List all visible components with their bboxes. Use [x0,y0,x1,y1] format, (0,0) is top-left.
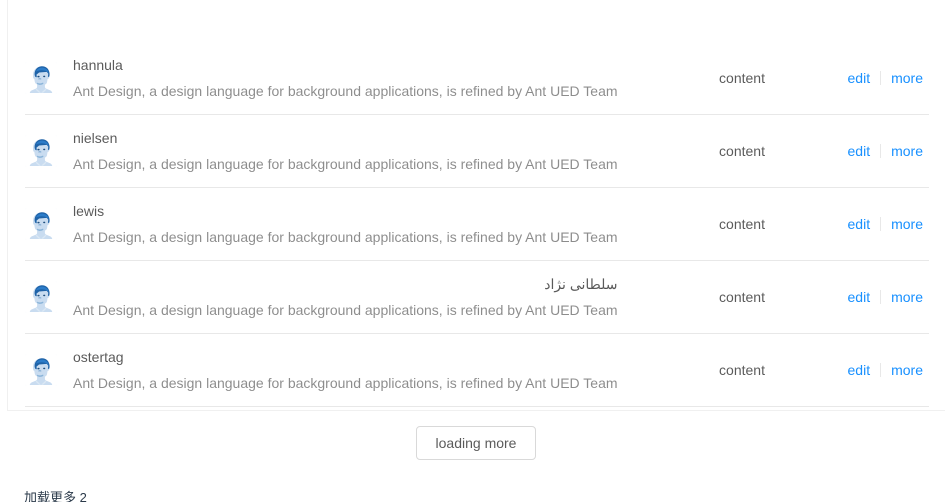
list-item-description: Ant Design, a design language for backgr… [73,372,618,394]
list-item-title[interactable]: سلطانی نژاد [73,273,618,295]
list-item-description: Ant Design, a design language for backgr… [73,299,618,321]
list-item-actions: editmore [817,286,929,308]
list-item-text: lewis Ant Design, a design language for b… [73,200,618,248]
list-item-description: Ant Design, a design language for backgr… [73,226,618,248]
list-item-text: ostertag Ant Design, a design language fo… [73,346,618,394]
list-item-content-label: content [667,286,817,308]
avatar [25,281,57,313]
edit-link[interactable]: edit [848,67,881,89]
list-item-description: Ant Design, a design language for backgr… [73,153,618,175]
loading-more-button[interactable]: loading more [416,426,537,460]
edit-link[interactable]: edit [848,359,881,381]
list-item-actions: editmore [817,213,929,235]
list-item-content-label: content [667,359,817,381]
edit-link[interactable]: edit [848,213,881,235]
more-link[interactable]: more [881,67,923,89]
list-item-main: hannula Ant Design, a design language for… [25,54,667,102]
more-link[interactable]: more [881,286,923,308]
list-item-title[interactable]: hannula [73,54,618,76]
list-item-main: سلطانی نژاد Ant Design, a design language… [25,273,667,321]
list-item-content-label: content [667,140,817,162]
list-item: nielsen Ant Design, a design language for… [25,115,929,188]
load-more-container: loading more [0,411,952,475]
list-item-text: سلطانی نژاد Ant Design, a design language… [73,273,618,321]
more-link[interactable]: more [881,359,923,381]
list-item-title[interactable]: ostertag [73,346,618,368]
list-item-content-label: content [667,67,817,89]
list-item-title[interactable]: nielsen [73,127,618,149]
footer-note: 加载更多 2 [24,489,87,502]
list-item-description: Ant Design, a design language for backgr… [73,80,618,102]
list-page: hannula Ant Design, a design language for… [0,0,952,502]
list-item: hannula Ant Design, a design language for… [25,42,929,115]
list-item-text: hannula Ant Design, a design language for… [73,54,618,102]
more-link[interactable]: more [881,213,923,235]
list-item-content-label: content [667,213,817,235]
avatar [25,354,57,386]
list-item-text: nielsen Ant Design, a design language for… [73,127,618,175]
avatar [25,62,57,94]
avatar [25,135,57,167]
list-items-container: hannula Ant Design, a design language for… [25,42,929,407]
list-card: hannula Ant Design, a design language for… [7,0,945,411]
edit-link[interactable]: edit [848,140,881,162]
list-item-main: lewis Ant Design, a design language for b… [25,200,667,248]
avatar [25,208,57,240]
edit-link[interactable]: edit [848,286,881,308]
list-item: lewis Ant Design, a design language for b… [25,188,929,261]
more-link[interactable]: more [881,140,923,162]
list-item: ostertag Ant Design, a design language fo… [25,334,929,407]
list-item-main: nielsen Ant Design, a design language for… [25,127,667,175]
list-item-actions: editmore [817,67,929,89]
list-item-main: ostertag Ant Design, a design language fo… [25,346,667,394]
list-item: سلطانی نژاد Ant Design, a design language… [25,261,929,334]
list-item-actions: editmore [817,140,929,162]
list-item-title[interactable]: lewis [73,200,618,222]
list-item-actions: editmore [817,359,929,381]
